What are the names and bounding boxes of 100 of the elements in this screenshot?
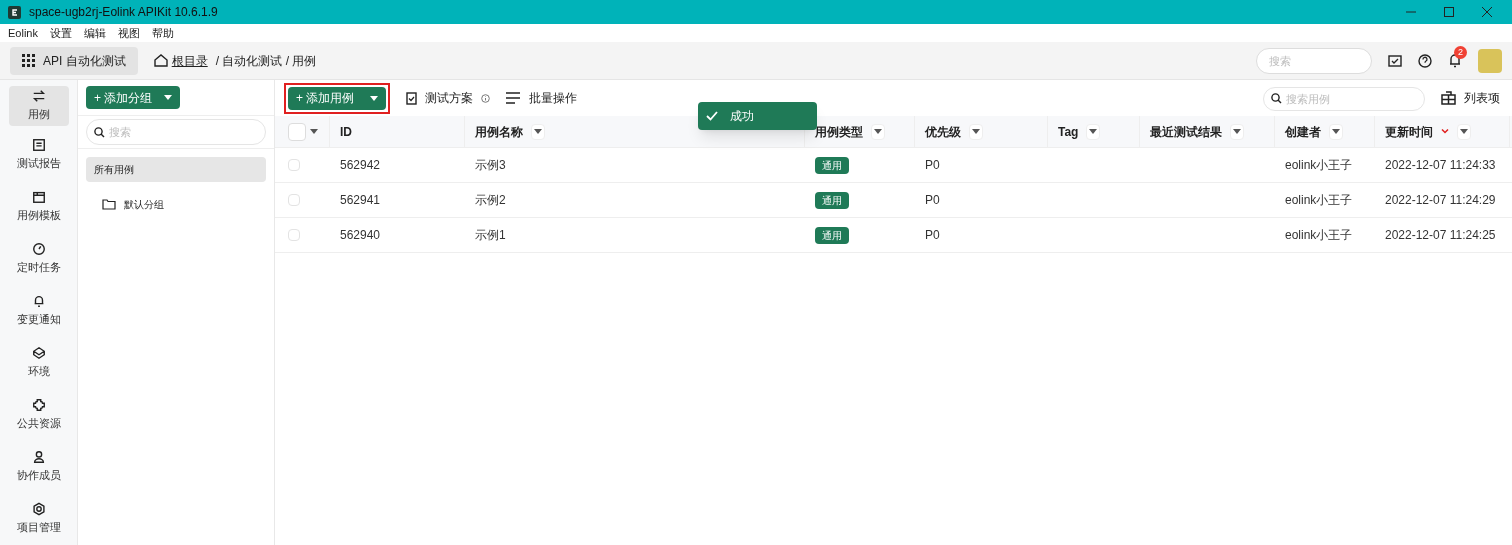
maximize-icon[interactable] bbox=[1444, 7, 1454, 17]
nav-label: 变更通知 bbox=[16, 311, 61, 327]
nav-label: 公共资源 bbox=[16, 415, 61, 431]
column-header[interactable]: ID bbox=[330, 116, 465, 147]
menu-item[interactable]: 帮助 bbox=[151, 24, 174, 42]
menu-item[interactable]: 编辑 bbox=[83, 24, 106, 42]
caret-icon bbox=[164, 95, 173, 100]
nav-item[interactable]: 协作成员 bbox=[8, 443, 69, 490]
success-toast: 成功 bbox=[698, 102, 817, 130]
column-filter-button[interactable] bbox=[1457, 123, 1471, 140]
row-checkbox[interactable] bbox=[288, 229, 300, 241]
clipboard-icon bbox=[406, 91, 418, 105]
nav-item[interactable]: 项目管理 bbox=[8, 495, 69, 542]
filter-caret-icon bbox=[874, 129, 882, 134]
filter-caret-icon bbox=[1233, 129, 1241, 134]
add-group-button[interactable]: + 添加分组 bbox=[86, 86, 181, 109]
table-cell-text: 562942 bbox=[340, 157, 381, 174]
timer-icon bbox=[31, 241, 46, 256]
dropdown-caret-icon bbox=[310, 129, 318, 134]
help-icon[interactable] bbox=[1418, 53, 1432, 68]
table-cell-text: eolink小王子 bbox=[1285, 157, 1353, 174]
nav-label: 用例 bbox=[27, 107, 50, 123]
menu-item[interactable]: Eolink bbox=[8, 24, 38, 42]
table-cell-text: P0 bbox=[925, 192, 940, 209]
column-header[interactable]: 最近测试结果 bbox=[1140, 116, 1275, 147]
puzzle-icon bbox=[31, 397, 46, 412]
nav-label: 项目管理 bbox=[16, 519, 61, 535]
breadcrumb-link[interactable]: 根目录 bbox=[171, 51, 208, 70]
column-header[interactable]: 创建者 bbox=[1275, 116, 1375, 147]
notification-count: 2 bbox=[1454, 46, 1467, 59]
table-cell-text: P0 bbox=[925, 157, 940, 174]
case-search-field[interactable]: 搜索用例 bbox=[1263, 86, 1425, 111]
batch-button[interactable]: 批量操作 bbox=[506, 89, 578, 107]
nav-label: 定时任务 bbox=[16, 259, 61, 275]
column-filter-button[interactable] bbox=[1329, 123, 1343, 140]
folder-icon bbox=[102, 199, 116, 210]
column-header[interactable]: Tag bbox=[1048, 116, 1140, 147]
table-cell-text: eolink小王子 bbox=[1285, 192, 1353, 209]
add-case-button[interactable]: + 添加用例 bbox=[288, 86, 387, 110]
group-tree-item[interactable]: 所有用例 bbox=[86, 157, 266, 182]
breadcrumb-text: / 自动化测试 / 用例 bbox=[215, 52, 317, 70]
test-plan-button[interactable]: 测试方案 bbox=[406, 89, 491, 107]
type-tag: 通用 bbox=[815, 191, 849, 209]
table-icon bbox=[1441, 91, 1456, 105]
check-icon bbox=[706, 111, 718, 121]
nav-item[interactable]: 定时任务 bbox=[8, 235, 69, 282]
info-icon bbox=[481, 93, 491, 103]
column-filter-button[interactable] bbox=[871, 123, 885, 140]
columns-button[interactable]: 列表项 bbox=[1441, 89, 1500, 107]
table-cell-text: 2022-12-07 11:24:33 bbox=[1385, 157, 1496, 174]
table-cell-text: 示例3 bbox=[475, 157, 506, 174]
column-header[interactable]: 优先级 bbox=[915, 116, 1048, 147]
search-icon bbox=[94, 127, 105, 138]
nav-item[interactable]: 环境 bbox=[8, 339, 69, 386]
group-search-field[interactable]: 搜索 bbox=[86, 119, 266, 145]
column-filter-button[interactable] bbox=[969, 123, 983, 140]
column-filter-button[interactable] bbox=[1086, 123, 1101, 140]
row-checkbox[interactable] bbox=[288, 194, 300, 206]
type-tag: 通用 bbox=[815, 226, 849, 244]
menu-item[interactable]: 视图 bbox=[117, 24, 140, 42]
nav-label: 测试报告 bbox=[16, 155, 61, 171]
window-title: space-ugb2rj-Eolink APIKit 10.6.1.9 bbox=[29, 4, 218, 21]
nav-item[interactable]: 变更通知 bbox=[8, 287, 69, 334]
filter-caret-icon bbox=[534, 129, 542, 134]
table-cell-text: 562941 bbox=[340, 192, 381, 209]
cube-icon bbox=[31, 345, 46, 360]
menu-item[interactable]: 设置 bbox=[49, 24, 72, 42]
caret-icon bbox=[370, 95, 379, 101]
column-filter-button[interactable] bbox=[1230, 123, 1244, 140]
table-cell-text: 562940 bbox=[340, 227, 381, 244]
nav-item[interactable]: 用例模板 bbox=[8, 183, 69, 230]
row-checkbox[interactable] bbox=[288, 159, 300, 171]
table-cell-text: P0 bbox=[925, 227, 940, 244]
nav-item[interactable]: 公共资源 bbox=[8, 391, 69, 438]
filter-caret-icon bbox=[1332, 129, 1340, 134]
search-field[interactable]: 搜索 bbox=[1256, 47, 1372, 74]
column-header[interactable]: 更新时间 bbox=[1375, 116, 1510, 147]
column-filter-button[interactable] bbox=[531, 123, 545, 140]
calendar-icon[interactable] bbox=[1388, 54, 1402, 67]
close-icon[interactable] bbox=[1482, 7, 1492, 17]
filter-caret-icon bbox=[1460, 129, 1468, 134]
template-icon bbox=[31, 189, 46, 204]
search-icon bbox=[1271, 92, 1282, 104]
home-icon bbox=[153, 54, 168, 67]
select-all-checkbox[interactable] bbox=[288, 122, 306, 141]
nav-item[interactable]: 测试报告 bbox=[8, 131, 69, 178]
sort-chevron-icon[interactable] bbox=[1441, 129, 1449, 134]
group-tree-item[interactable]: 默认分组 bbox=[86, 192, 266, 217]
nav-label: 环境 bbox=[27, 363, 50, 379]
table-cell-text: 示例1 bbox=[475, 227, 506, 244]
table-cell-text: 2022-12-07 11:24:25 bbox=[1385, 227, 1496, 244]
module-switcher[interactable]: API 自动化测试 bbox=[10, 46, 138, 75]
grid-icon bbox=[22, 54, 35, 67]
nav-item[interactable]: 用例 bbox=[8, 86, 69, 126]
filter-caret-icon bbox=[972, 129, 980, 134]
notification-bell-icon[interactable] bbox=[1448, 53, 1462, 68]
swap-icon bbox=[31, 89, 46, 104]
nav-label: 协作成员 bbox=[16, 467, 61, 483]
table-cell-text: 2022-12-07 11:24:29 bbox=[1385, 192, 1496, 209]
type-tag: 通用 bbox=[815, 156, 849, 174]
